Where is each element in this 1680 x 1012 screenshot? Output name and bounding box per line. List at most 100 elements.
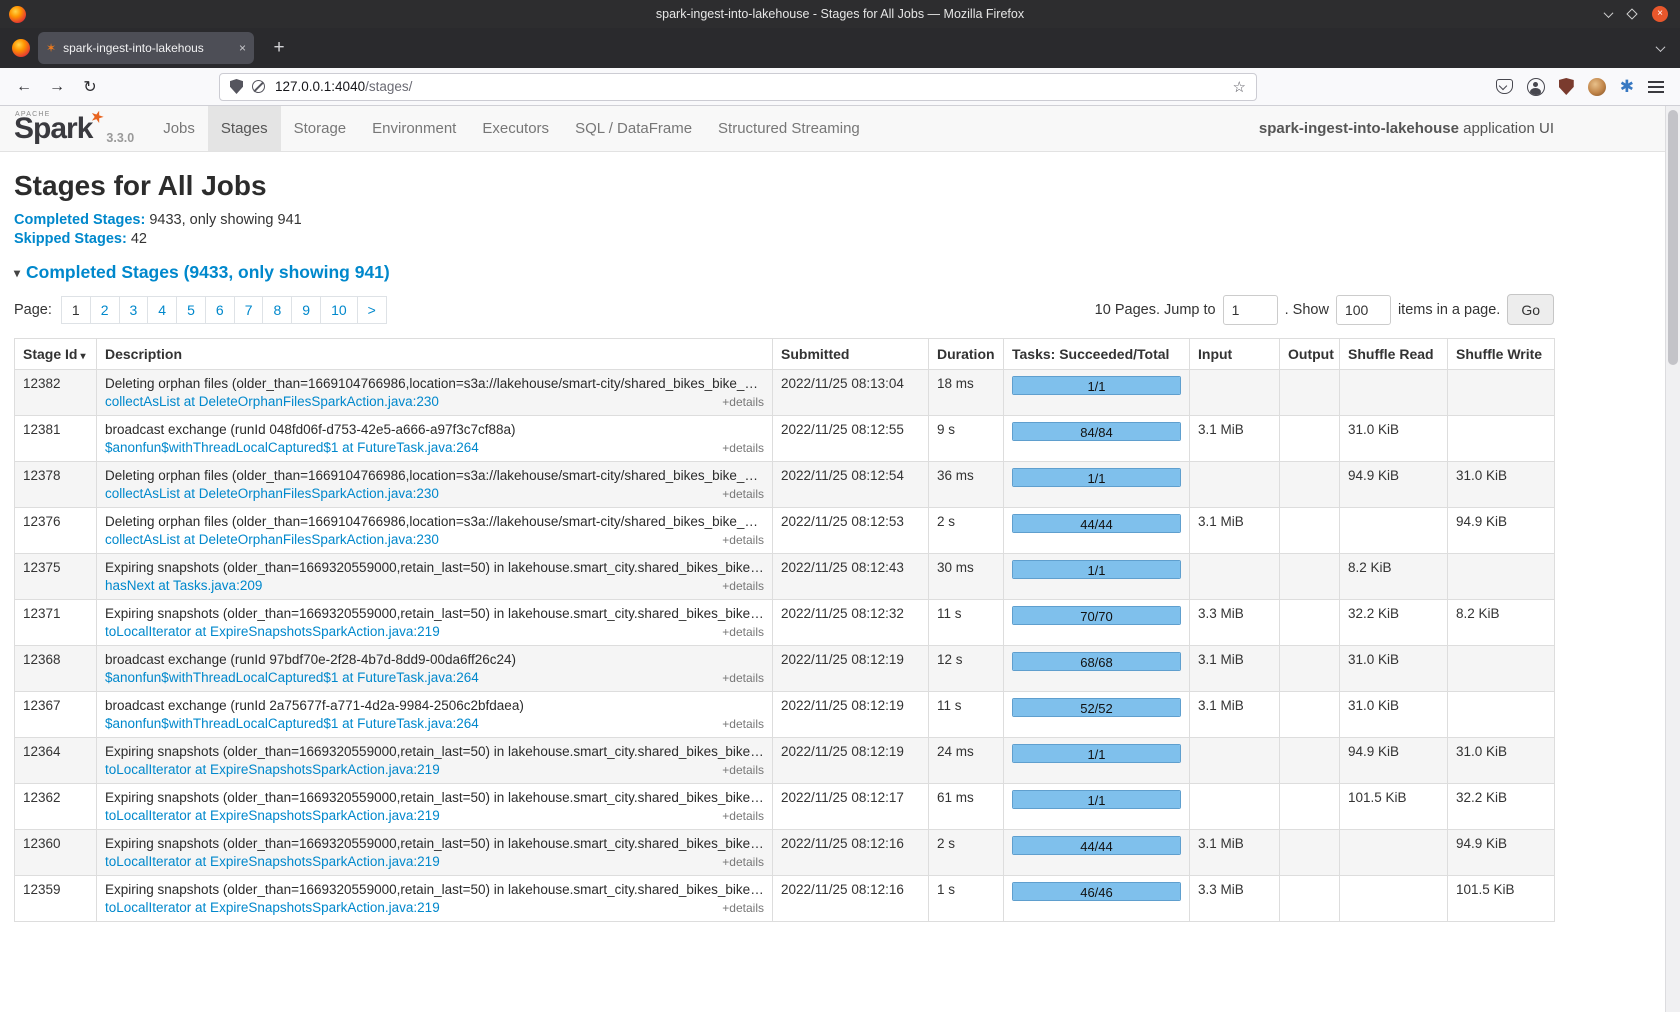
page-number-button[interactable]: 3	[119, 296, 149, 324]
account-button[interactable]	[1527, 78, 1545, 96]
jump-to-text: 10 Pages. Jump to	[1095, 302, 1216, 318]
skipped-stages-link[interactable]: Skipped Stages:	[14, 231, 127, 247]
page-number-button[interactable]: 7	[234, 296, 264, 324]
tasks-progress-bar: 44/44	[1012, 836, 1181, 855]
stage-id-cell: 12382	[15, 370, 97, 416]
stage-callsite-link[interactable]: $anonfun$withThreadLocalCaptured$1 at Fu…	[105, 440, 479, 455]
window-close-button[interactable]: ×	[1652, 6, 1668, 22]
stage-callsite-link[interactable]: collectAsList at DeleteOrphanFilesSparkA…	[105, 394, 439, 409]
stage-callsite-link[interactable]: toLocalIterator at ExpireSnapshotsSparkA…	[105, 762, 440, 777]
spark-nav-item-label: Environment	[372, 120, 456, 137]
details-toggle[interactable]: +details	[722, 579, 764, 593]
shuffle-read-value: 31.0 KiB	[1348, 698, 1399, 713]
forward-button[interactable]: →	[43, 73, 71, 101]
stage-callsite-link[interactable]: $anonfun$withThreadLocalCaptured$1 at Fu…	[105, 670, 479, 685]
stage-callsite-link[interactable]: toLocalIterator at ExpireSnapshotsSparkA…	[105, 854, 440, 869]
stage-callsite-link[interactable]: toLocalIterator at ExpireSnapshotsSparkA…	[105, 900, 440, 915]
shuffle-read-value: 101.5 KiB	[1348, 790, 1407, 805]
spark-nav-item[interactable]: Executors	[469, 106, 562, 151]
column-header[interactable]: Submitted	[773, 339, 929, 370]
stage-callsite-link[interactable]: toLocalIterator at ExpireSnapshotsSparkA…	[105, 624, 440, 639]
page-number-button[interactable]: 2	[90, 296, 120, 324]
details-toggle[interactable]: +details	[722, 855, 764, 869]
page-number-button[interactable]: 4	[147, 296, 177, 324]
page-number-button[interactable]: 1	[61, 296, 91, 324]
stages-table-body: 12382 Deleting orphan files (older_than=…	[15, 370, 1555, 922]
column-header[interactable]: Tasks: Succeeded/Total	[1004, 339, 1190, 370]
extension-asterisk-button[interactable]: ✱	[1620, 78, 1634, 96]
page-number-button[interactable]: 8	[262, 296, 292, 324]
stage-id-cell: 12362	[15, 784, 97, 830]
page-number-button[interactable]: 6	[205, 296, 235, 324]
column-header[interactable]: Input	[1190, 339, 1280, 370]
column-header[interactable]: Shuffle Read	[1340, 339, 1448, 370]
spark-nav-item[interactable]: Storage	[281, 106, 360, 151]
scrollbar-thumb[interactable]	[1668, 110, 1678, 365]
firefox-view-button[interactable]	[12, 39, 30, 57]
application-ui-label: spark-ingest-into-lakehouse application …	[1259, 106, 1554, 151]
column-header[interactable]: Description	[97, 339, 773, 370]
tab-close-button[interactable]: ×	[239, 41, 246, 55]
stage-callsite-link[interactable]: hasNext at Tasks.java:209	[105, 578, 262, 593]
spark-nav-item[interactable]: SQL / DataFrame	[562, 106, 705, 151]
shuffle-read-cell	[1340, 830, 1448, 876]
list-all-tabs-button[interactable]	[1657, 39, 1664, 57]
page-number-button[interactable]: >	[357, 296, 387, 324]
description-cell: Expiring snapshots (older_than=166932055…	[97, 600, 773, 646]
description-cell: Expiring snapshots (older_than=166932055…	[97, 830, 773, 876]
details-toggle[interactable]: +details	[722, 717, 764, 731]
column-header[interactable]: Output	[1280, 339, 1340, 370]
page-number-button[interactable]: 9	[291, 296, 321, 324]
details-toggle[interactable]: +details	[722, 487, 764, 501]
spark-nav-item[interactable]: Structured Streaming	[705, 106, 873, 151]
details-toggle[interactable]: +details	[722, 809, 764, 823]
items-per-page-input[interactable]	[1336, 295, 1391, 325]
site-permissions-icon[interactable]	[252, 80, 265, 93]
column-header[interactable]: Shuffle Write	[1448, 339, 1555, 370]
stage-callsite-link[interactable]: collectAsList at DeleteOrphanFilesSparkA…	[105, 486, 439, 501]
completed-stages-section-toggle[interactable]: ▾ Completed Stages (9433, only showing 9…	[14, 262, 1554, 283]
input-cell: 3.1 MiB	[1190, 646, 1280, 692]
back-button[interactable]: ←	[10, 73, 38, 101]
url-bar[interactable]: 127.0.0.1:4040/stages/ ☆	[219, 73, 1257, 101]
browser-tab[interactable]: ✶ spark-ingest-into-lakehous ×	[38, 32, 254, 64]
spark-nav-item[interactable]: Jobs	[150, 106, 208, 151]
reload-button[interactable]: ↻	[76, 73, 104, 101]
page-scrollbar[interactable]	[1665, 106, 1680, 1012]
new-tab-button[interactable]: +	[266, 37, 292, 59]
window-maximize-button[interactable]	[1628, 5, 1636, 23]
spark-logo[interactable]: APACHE Spark ★	[14, 106, 100, 151]
window-shade-button[interactable]	[1605, 5, 1612, 23]
jump-to-page-input[interactable]	[1223, 295, 1278, 325]
details-toggle[interactable]: +details	[722, 763, 764, 777]
menu-button[interactable]	[1648, 81, 1664, 93]
details-toggle[interactable]: +details	[722, 441, 764, 455]
pocket-button[interactable]	[1496, 79, 1513, 94]
column-header[interactable]: Duration	[929, 339, 1004, 370]
details-toggle[interactable]: +details	[722, 671, 764, 685]
page-number-button[interactable]: 5	[176, 296, 206, 324]
submitted-time: 2022/11/25 08:12:43	[781, 560, 904, 575]
tasks-progress-bar: 52/52	[1012, 698, 1181, 717]
details-toggle[interactable]: +details	[722, 533, 764, 547]
tasks-cell: 1/1	[1004, 784, 1190, 830]
stage-callsite-link[interactable]: toLocalIterator at ExpireSnapshotsSparkA…	[105, 808, 440, 823]
stage-callsite-link[interactable]: collectAsList at DeleteOrphanFilesSparkA…	[105, 532, 439, 547]
tracking-protection-shield-icon[interactable]	[230, 79, 243, 94]
go-button[interactable]: Go	[1507, 294, 1554, 325]
submitted-time: 2022/11/25 08:12:16	[781, 882, 904, 897]
bookmark-star-icon[interactable]: ☆	[1233, 78, 1246, 96]
details-toggle[interactable]: +details	[722, 395, 764, 409]
extension-avatar-button[interactable]	[1588, 78, 1606, 96]
stage-callsite-link[interactable]: $anonfun$withThreadLocalCaptured$1 at Fu…	[105, 716, 479, 731]
completed-stages-link[interactable]: Completed Stages:	[14, 212, 145, 228]
column-header[interactable]: Stage Id▾	[15, 339, 97, 370]
page-number-button[interactable]: 10	[320, 296, 358, 324]
stage-description: broadcast exchange (runId 048fd06f-d753-…	[105, 422, 764, 437]
details-toggle[interactable]: +details	[722, 625, 764, 639]
show-text: . Show	[1285, 302, 1329, 318]
adblock-extension-button[interactable]	[1559, 78, 1574, 95]
details-toggle[interactable]: +details	[722, 901, 764, 915]
spark-nav-item[interactable]: Environment	[359, 106, 469, 151]
spark-nav-item[interactable]: Stages	[208, 106, 281, 151]
